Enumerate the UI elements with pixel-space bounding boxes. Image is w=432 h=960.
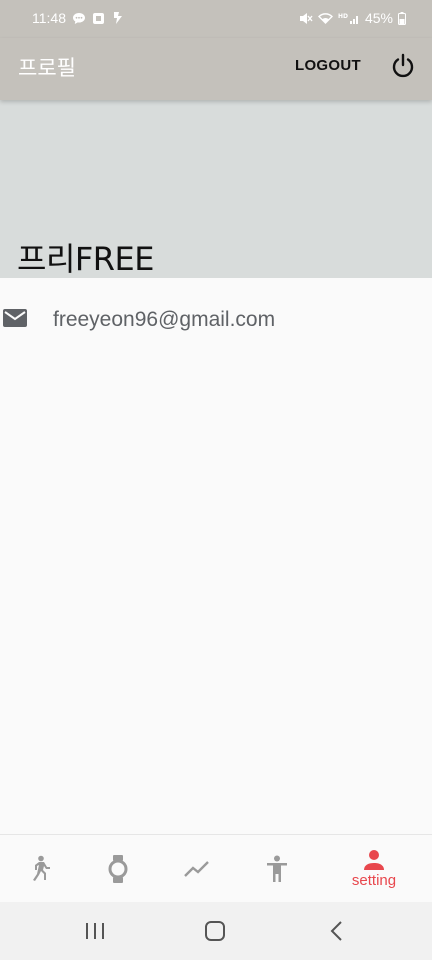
nav-item-walk[interactable]: [0, 835, 83, 903]
brush-app-icon: [114, 12, 122, 24]
svg-text:HD: HD: [338, 13, 348, 20]
trend-icon: [184, 861, 209, 877]
email-text: freeyeon96@gmail.com: [53, 308, 276, 331]
square-app-icon: [93, 12, 104, 24]
profile-name: 프리FREE: [17, 240, 154, 278]
nav-item-trend[interactable]: [154, 835, 240, 903]
mute-icon: [299, 12, 313, 24]
profile-header: 프리FREE: [0, 100, 432, 278]
status-left: 11:48: [32, 10, 124, 26]
home-icon[interactable]: [203, 919, 227, 943]
hd-signal-icon: HD: [338, 13, 358, 24]
status-bar: 11:48 HD 45%: [0, 0, 432, 38]
walk-icon: [33, 855, 50, 881]
nav-label-setting: setting: [351, 871, 397, 889]
app-bar: 프로필 LOGOUT: [0, 38, 432, 100]
recent-apps-icon[interactable]: [83, 919, 107, 943]
status-time: 11:48: [32, 10, 66, 26]
status-right: HD 45%: [299, 10, 406, 26]
battery-icon: [398, 11, 406, 25]
nav-item-watch[interactable]: [75, 835, 161, 903]
chat-bubble-icon: [73, 12, 85, 24]
nav-item-setting[interactable]: setting: [331, 835, 417, 903]
system-nav: [0, 902, 432, 960]
watch-icon: [108, 855, 128, 883]
power-icon[interactable]: [389, 52, 417, 80]
email-row: freeyeon96@gmail.com: [0, 300, 432, 340]
mail-icon: [3, 309, 27, 327]
person-stretch-icon: [267, 855, 287, 882]
wifi-icon: [317, 13, 333, 24]
person-icon: [364, 849, 384, 870]
logout-button[interactable]: LOGOUT: [295, 57, 361, 74]
page-title: 프로필: [18, 56, 76, 80]
bottom-nav: setting: [0, 834, 432, 902]
battery-percent: 45%: [364, 10, 393, 26]
back-icon[interactable]: [325, 919, 349, 943]
nav-item-stretch[interactable]: [234, 835, 320, 903]
